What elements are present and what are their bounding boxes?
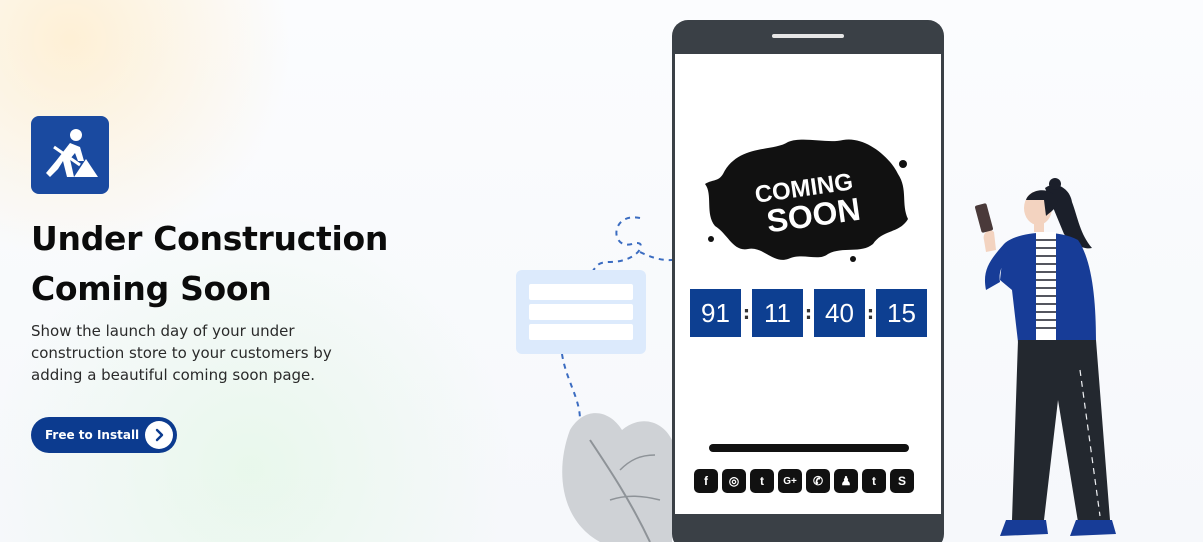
countdown-separator: : [804, 302, 813, 324]
countdown-separator: : [866, 302, 875, 324]
social-icons-row: f ◎ t G+ ✆ ♟ t S [694, 469, 914, 493]
phone-mockup: COMING SOON 91 : 11 : 40 : 15 f ◎ t G+ ✆… [672, 20, 944, 542]
countdown-seconds: 15 [876, 289, 927, 337]
countdown-hours: 11 [752, 289, 803, 337]
page-description: Show the launch day of your under constr… [31, 322, 332, 384]
page-title-line-2: Coming Soon [31, 269, 272, 308]
phone-speaker [772, 34, 844, 38]
countdown-timer: 91 : 11 : 40 : 15 [690, 289, 927, 337]
tumblr-icon[interactable]: t [862, 469, 886, 493]
countdown-days: 91 [690, 289, 741, 337]
woman-with-phone-illustration [975, 178, 1116, 536]
form-card-illustration [516, 270, 646, 354]
install-button-label: Free to Install [45, 428, 140, 442]
countdown-separator: : [742, 302, 751, 324]
facebook-icon[interactable]: f [694, 469, 718, 493]
progress-bar [709, 444, 909, 452]
twitter-icon[interactable]: t [750, 469, 774, 493]
phone-screen: COMING SOON 91 : 11 : 40 : 15 f ◎ t G+ ✆… [675, 54, 941, 514]
coming-soon-splash: COMING SOON [705, 139, 908, 262]
free-to-install-button[interactable]: Free to Install [31, 417, 177, 453]
whatsapp-icon[interactable]: ✆ [806, 469, 830, 493]
google-plus-icon[interactable]: G+ [778, 469, 802, 493]
instagram-icon[interactable]: ◎ [722, 469, 746, 493]
page-title-line-1: Under Construction [31, 219, 389, 258]
chevron-right-icon [145, 421, 173, 449]
countdown-minutes: 40 [814, 289, 865, 337]
leaf-illustration [562, 413, 672, 542]
construction-worker-icon [31, 116, 109, 194]
skype-icon[interactable]: S [890, 469, 914, 493]
snapchat-icon[interactable]: ♟ [834, 469, 858, 493]
